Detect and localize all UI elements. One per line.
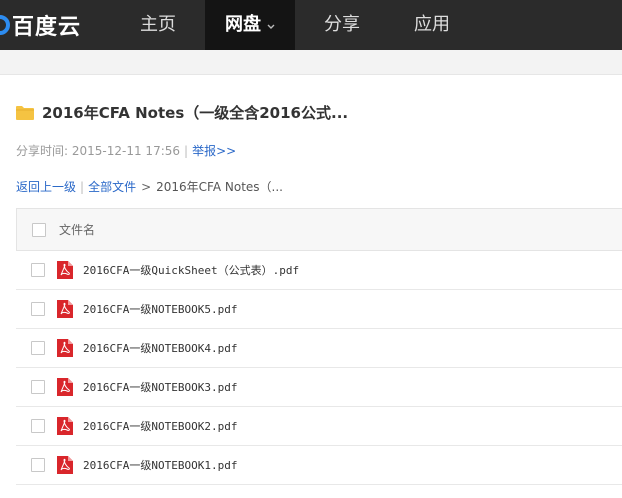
row-checkbox[interactable] bbox=[31, 458, 45, 472]
table-row[interactable]: 2016CFA一级NOTEBOOK5.pdf bbox=[16, 290, 622, 329]
nav-item-label: 主页 bbox=[140, 14, 176, 35]
folder-icon bbox=[16, 105, 34, 120]
breadcrumb-current: 2016年CFA Notes（... bbox=[156, 180, 283, 194]
table-row[interactable]: 2016CFA一级NOTEBOOK4.pdf bbox=[16, 329, 622, 368]
brand-name: 百度云 bbox=[12, 15, 82, 40]
share-time-value: 2015-12-11 17:56 bbox=[71, 144, 181, 158]
file-name[interactable]: 2016CFA一级NOTEBOOK1.pdf bbox=[83, 457, 237, 473]
cloud-logo-icon bbox=[0, 10, 10, 40]
nav-item-home[interactable]: 主页 bbox=[118, 0, 198, 50]
share-title: 2016年CFA Notes（一级全含2016公式... bbox=[16, 100, 348, 124]
pdf-icon bbox=[57, 339, 73, 357]
report-link[interactable]: 举报>> bbox=[192, 144, 236, 158]
share-meta: 分享时间: 2015-12-11 17:56 | 举报>> bbox=[16, 142, 236, 159]
pdf-icon bbox=[57, 417, 73, 435]
pdf-icon bbox=[57, 378, 73, 396]
nav-item-label: 分享 bbox=[324, 14, 360, 35]
file-name[interactable]: 2016CFA一级NOTEBOOK4.pdf bbox=[83, 340, 237, 356]
pdf-icon bbox=[57, 300, 73, 318]
pdf-icon bbox=[57, 456, 73, 474]
share-time-label: 分享时间: bbox=[16, 144, 69, 158]
file-list: 2016CFA一级QuickSheet（公式表）.pdf 2016CFA一级NO… bbox=[16, 251, 622, 485]
row-checkbox[interactable] bbox=[31, 263, 45, 277]
nav-item-label: 应用 bbox=[414, 14, 450, 35]
nav-item-apps[interactable]: 应用 bbox=[392, 0, 472, 50]
row-checkbox[interactable] bbox=[31, 341, 45, 355]
nav-item-share[interactable]: 分享 bbox=[302, 0, 382, 50]
row-checkbox[interactable] bbox=[31, 380, 45, 394]
nav-item-label: 网盘 bbox=[225, 14, 261, 35]
pdf-icon bbox=[57, 261, 73, 279]
table-row[interactable]: 2016CFA一级NOTEBOOK1.pdf bbox=[16, 446, 622, 485]
row-checkbox[interactable] bbox=[31, 302, 45, 316]
file-name[interactable]: 2016CFA一级NOTEBOOK5.pdf bbox=[83, 301, 237, 317]
page-title: 2016年CFA Notes（一级全含2016公式... bbox=[42, 103, 349, 122]
file-name[interactable]: 2016CFA一级NOTEBOOK2.pdf bbox=[83, 418, 237, 434]
chevron-down-icon bbox=[267, 0, 275, 50]
select-all-checkbox[interactable] bbox=[32, 222, 46, 237]
divider: | bbox=[80, 180, 85, 194]
nav-item-netdisk[interactable]: 网盘 bbox=[205, 0, 295, 50]
top-navigation-bar: 百度云 主页 网盘 分享 应用 bbox=[0, 0, 622, 50]
column-header-filename: 文件名 bbox=[59, 223, 96, 237]
table-row[interactable]: 2016CFA一级NOTEBOOK2.pdf bbox=[16, 407, 622, 446]
all-files-link[interactable]: 全部文件 bbox=[88, 180, 136, 194]
file-name[interactable]: 2016CFA一级NOTEBOOK3.pdf bbox=[83, 379, 237, 395]
file-name[interactable]: 2016CFA一级QuickSheet（公式表）.pdf bbox=[83, 262, 299, 278]
back-link[interactable]: 返回上一级 bbox=[16, 180, 76, 194]
table-row[interactable]: 2016CFA一级QuickSheet（公式表）.pdf bbox=[16, 251, 622, 290]
baidu-cloud-logo[interactable]: 百度云 bbox=[0, 10, 81, 40]
divider: | bbox=[184, 144, 189, 158]
table-row[interactable]: 2016CFA一级NOTEBOOK3.pdf bbox=[16, 368, 622, 407]
breadcrumb: 返回上一级 | 全部文件 >2016年CFA Notes（... bbox=[16, 178, 283, 195]
file-table-header: 文件名 bbox=[16, 208, 622, 251]
chevron-right-icon: > bbox=[141, 180, 152, 194]
sub-header-band bbox=[0, 50, 622, 75]
row-checkbox[interactable] bbox=[31, 419, 45, 433]
